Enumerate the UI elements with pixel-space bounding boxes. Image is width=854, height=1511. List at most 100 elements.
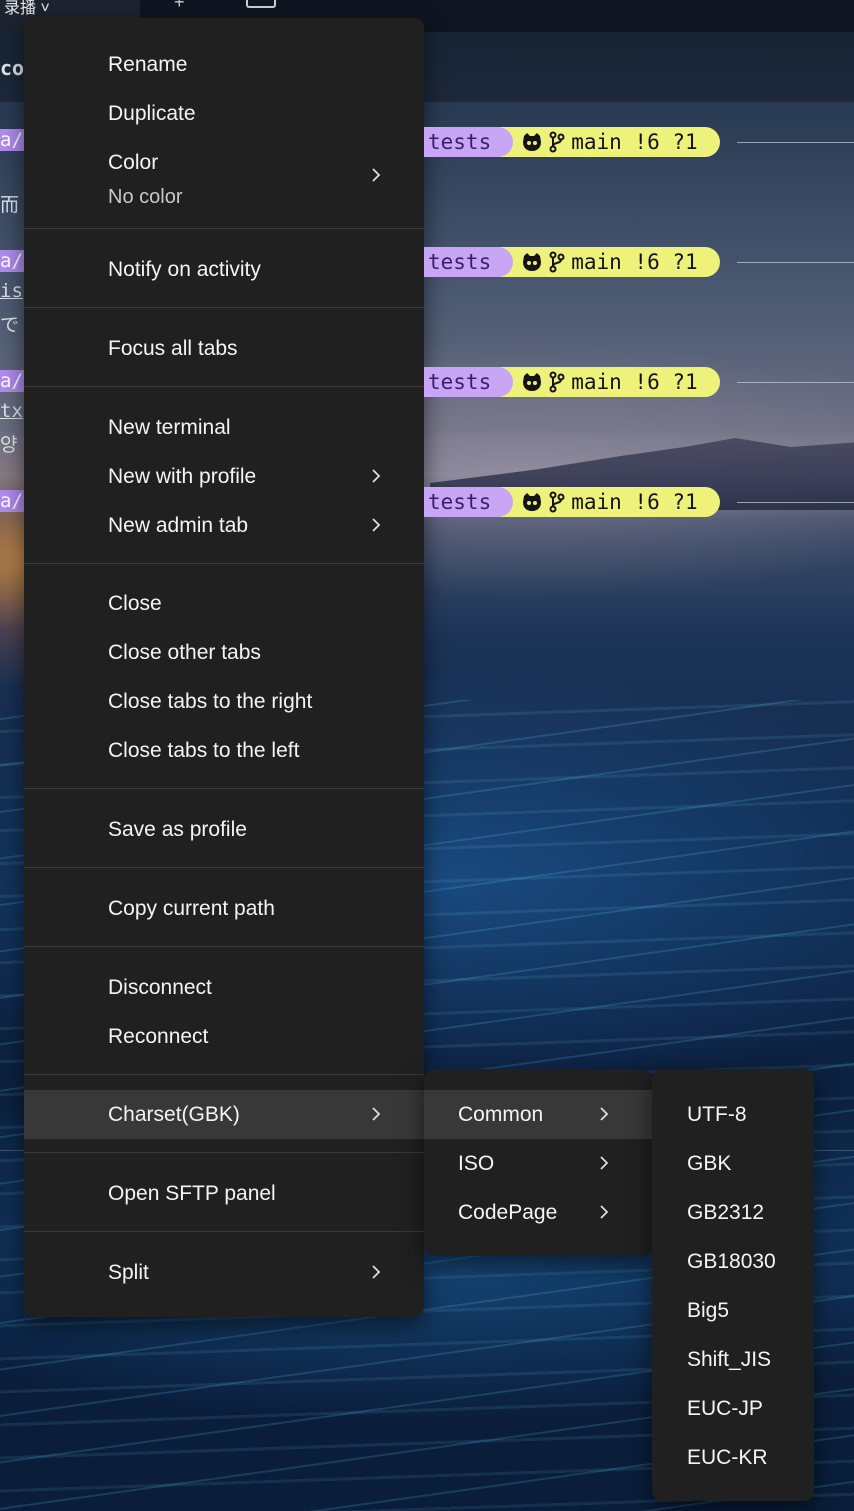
encoding-item-shift-jis[interactable]: Shift_JIS xyxy=(652,1335,814,1384)
menu-item-label: Save as profile xyxy=(108,818,247,841)
menu-item-label: EUC-JP xyxy=(687,1397,763,1420)
menu-item-label: Split xyxy=(108,1261,149,1284)
menu-item-label: Reconnect xyxy=(108,1025,209,1048)
encoding-item-gb2312[interactable]: GB2312 xyxy=(652,1188,814,1237)
prompt-git-segment: main !6 ?1 xyxy=(499,367,720,397)
tab-list-icon[interactable] xyxy=(246,0,276,8)
menu-item-focus-all-tabs[interactable]: Focus all tabs xyxy=(24,324,424,373)
submenu-item-iso[interactable]: ISO xyxy=(424,1139,652,1188)
menu-item-color[interactable]: Color No color xyxy=(24,151,424,208)
terminal-text-fragment: is xyxy=(0,280,23,302)
terminal-path-fragment: a/ xyxy=(0,490,25,512)
menu-separator xyxy=(24,1152,424,1153)
menu-item-label: Charset(GBK) xyxy=(108,1103,240,1126)
menu-item-close-other-tabs[interactable]: Close other tabs xyxy=(24,628,424,677)
menu-item-disconnect[interactable]: Disconnect xyxy=(24,963,424,1012)
prompt-rule xyxy=(737,262,854,263)
menu-item-copy-current-path[interactable]: Copy current path xyxy=(24,884,424,933)
menu-separator xyxy=(24,307,424,308)
chevron-right-icon xyxy=(596,1204,612,1220)
menu-separator xyxy=(24,563,424,564)
common-encodings-submenu: UTF-8 GBK GB2312 GB18030 Big5 Shift_JIS … xyxy=(652,1069,814,1501)
menu-separator xyxy=(24,1231,424,1232)
menu-item-close-tabs-left[interactable]: Close tabs to the left xyxy=(24,726,424,775)
git-status-text: main !6 ?1 xyxy=(571,130,698,154)
git-status-text: main !6 ?1 xyxy=(571,490,698,514)
menu-item-split[interactable]: Split xyxy=(24,1248,424,1297)
menu-item-label: GB18030 xyxy=(687,1250,776,1273)
prompt-git-segment: main !6 ?1 xyxy=(499,127,720,157)
menu-item-label: GBK xyxy=(687,1152,732,1175)
encoding-item-euc-kr[interactable]: EUC-KR xyxy=(652,1433,814,1482)
menu-item-label: New with profile xyxy=(108,465,257,488)
prompt-line: tests main !6 ?1 xyxy=(424,367,720,397)
menu-item-duplicate[interactable]: Duplicate xyxy=(24,89,424,138)
menu-item-label: Common xyxy=(458,1103,544,1126)
menu-item-new-with-profile[interactable]: New with profile xyxy=(24,452,424,501)
prompt-line: tests main !6 ?1 xyxy=(424,247,720,277)
menu-item-reconnect[interactable]: Reconnect xyxy=(24,1012,424,1061)
menu-item-label: GB2312 xyxy=(687,1201,765,1224)
menu-item-label: Close tabs to the right xyxy=(108,690,313,713)
github-icon xyxy=(523,493,542,511)
terminal-path-fragment: a/ xyxy=(0,250,25,272)
git-branch-icon xyxy=(549,131,565,153)
menu-item-label: Close other tabs xyxy=(108,641,261,664)
menu-item-label: Open SFTP panel xyxy=(108,1182,276,1205)
chevron-right-icon xyxy=(596,1106,612,1122)
new-tab-plus-icon[interactable]: + xyxy=(174,0,185,13)
menu-item-label: ISO xyxy=(458,1152,495,1175)
menu-item-label: EUC-KR xyxy=(687,1446,768,1469)
chevron-right-icon xyxy=(596,1155,612,1171)
menu-separator xyxy=(24,788,424,789)
terminal-path-fragment: a/ xyxy=(0,370,25,392)
menu-item-label: Shift_JIS xyxy=(687,1348,772,1371)
menu-item-label: Duplicate xyxy=(108,102,196,125)
menu-item-label: Big5 xyxy=(687,1299,730,1322)
git-branch-icon xyxy=(549,371,565,393)
prompt-line: tests main !6 ?1 xyxy=(424,127,720,157)
prompt-rule xyxy=(737,382,854,383)
menu-item-label: Close xyxy=(108,592,162,615)
git-branch-icon xyxy=(549,251,565,273)
menu-separator xyxy=(24,1074,424,1075)
github-icon xyxy=(523,133,542,151)
menu-item-label: Close tabs to the left xyxy=(108,739,300,762)
menu-item-charset[interactable]: Charset(GBK) xyxy=(24,1090,424,1139)
menu-item-label: CodePage xyxy=(458,1201,558,1224)
encoding-item-gbk[interactable]: GBK xyxy=(652,1139,814,1188)
prompt-rule xyxy=(737,142,854,143)
menu-item-close-tabs-right[interactable]: Close tabs to the right xyxy=(24,677,424,726)
chevron-right-icon xyxy=(368,167,384,183)
menu-separator xyxy=(24,228,424,229)
menu-item-new-terminal[interactable]: New terminal xyxy=(24,403,424,452)
chevron-right-icon xyxy=(368,1106,384,1122)
menu-separator xyxy=(24,386,424,387)
encoding-item-gb18030[interactable]: GB18030 xyxy=(652,1237,814,1286)
terminal-text-fragment: で xyxy=(0,314,20,336)
menu-item-label: Notify on activity xyxy=(108,258,261,281)
chevron-right-icon xyxy=(368,468,384,484)
submenu-item-common[interactable]: Common xyxy=(424,1090,652,1139)
encoding-item-big5[interactable]: Big5 xyxy=(652,1286,814,1335)
menu-item-label: Copy current path xyxy=(108,897,275,920)
tab-title: 录播 ˅ xyxy=(4,0,50,17)
terminal-text-fragment: 而 xyxy=(0,194,20,216)
git-branch-icon xyxy=(549,491,565,513)
charset-submenu: Common ISO CodePage xyxy=(424,1069,652,1256)
encoding-item-utf8[interactable]: UTF-8 xyxy=(652,1090,814,1139)
menu-item-rename[interactable]: Rename xyxy=(24,40,424,89)
git-status-text: main !6 ?1 xyxy=(571,370,698,394)
git-status-text: main !6 ?1 xyxy=(571,250,698,274)
menu-item-close[interactable]: Close xyxy=(24,579,424,628)
menu-item-save-as-profile[interactable]: Save as profile xyxy=(24,805,424,854)
prompt-rule xyxy=(737,502,854,503)
menu-item-open-sftp-panel[interactable]: Open SFTP panel xyxy=(24,1169,424,1218)
menu-item-notify-on-activity[interactable]: Notify on activity xyxy=(24,245,424,294)
menu-item-new-admin-tab[interactable]: New admin tab xyxy=(24,501,424,550)
submenu-item-codepage[interactable]: CodePage xyxy=(424,1188,652,1237)
prompt-dir-segment: tests xyxy=(424,127,514,157)
encoding-item-euc-jp[interactable]: EUC-JP xyxy=(652,1384,814,1433)
prompt-dir-segment: tests xyxy=(424,367,514,397)
prompt-dir-segment: tests xyxy=(424,247,514,277)
